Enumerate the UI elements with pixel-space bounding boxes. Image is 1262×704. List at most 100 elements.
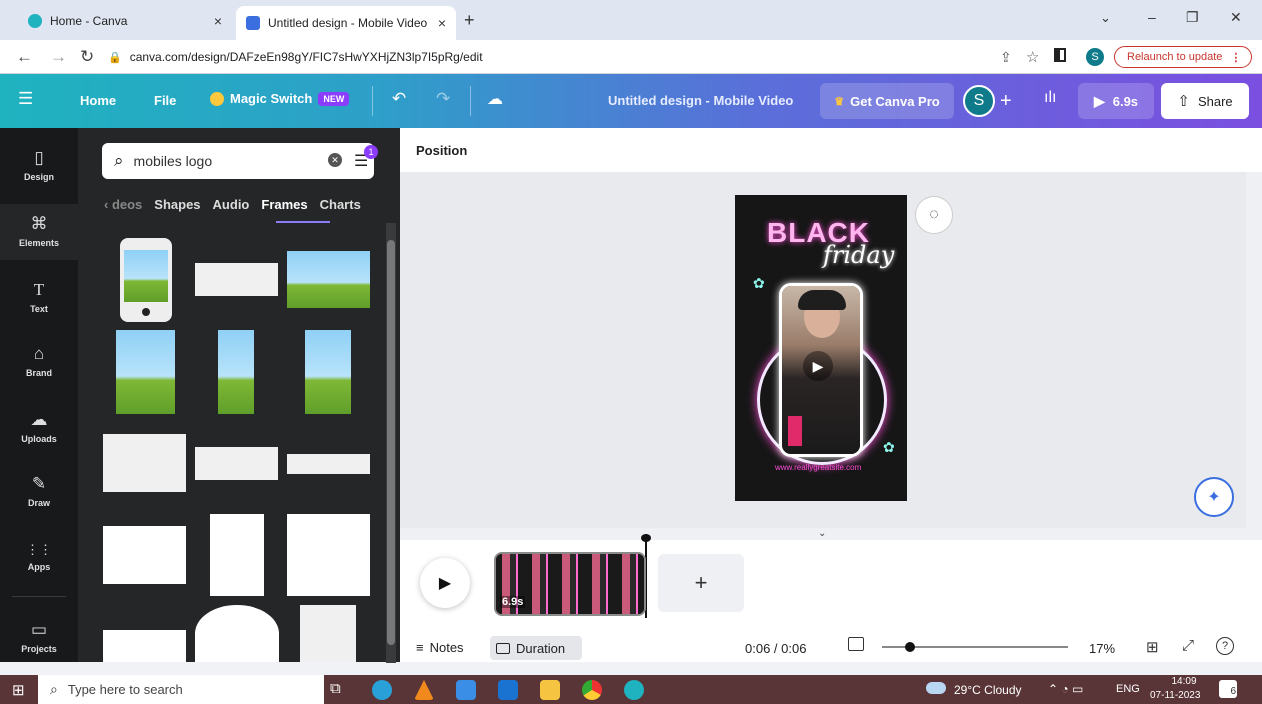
invite-plus-icon[interactable]: + <box>1000 90 1012 113</box>
clear-search-icon[interactable]: ✕ <box>328 153 342 167</box>
frame-thumbnail[interactable] <box>305 330 351 414</box>
elements-search-input[interactable]: ⌕ mobiles logo ✕ ☰ 1 <box>102 143 378 179</box>
tab-videos[interactable]: ‹ deos <box>104 197 142 212</box>
tab-charts[interactable]: Charts <box>320 197 361 212</box>
share-button[interactable]: ⇧ Share <box>1161 83 1249 119</box>
tab-close-icon[interactable]: × <box>438 15 446 31</box>
sidebar-item-text[interactable]: T Text <box>0 274 78 326</box>
hamburger-menu-icon[interactable]: ☰ <box>18 89 33 109</box>
home-button[interactable]: Home <box>80 93 116 108</box>
get-canva-pro-button[interactable]: ♛ Get Canva Pro <box>820 83 954 119</box>
magic-assistant-icon[interactable]: ✦ <box>1194 477 1234 517</box>
windows-start-icon[interactable]: ⊞ <box>12 681 25 699</box>
frame-thumbnail[interactable] <box>287 514 370 596</box>
sparkle-icon: ✿ <box>753 275 765 291</box>
playhead-handle[interactable] <box>641 534 651 542</box>
language-indicator[interactable]: ENG <box>1116 683 1140 695</box>
frame-thumbnail[interactable] <box>287 251 370 308</box>
sidebar-item-projects[interactable]: ▭ Projects <box>0 616 78 660</box>
vlc-icon[interactable] <box>414 680 434 700</box>
taskbar-search-input[interactable]: ⌕ Type here to search <box>38 675 324 704</box>
video-play-icon[interactable]: ▶ <box>803 351 833 381</box>
forward-arrow-icon[interactable]: → <box>50 47 67 67</box>
grid-view-icon[interactable] <box>848 637 864 651</box>
sidebar-toggle-icon[interactable] <box>1054 48 1066 62</box>
system-tray-icons[interactable]: ⌃ ◔ ▭ <box>1048 682 1083 696</box>
frame-thumbnail[interactable] <box>103 526 186 584</box>
collapse-timeline-icon[interactable]: ⌄ <box>818 528 826 539</box>
task-view-icon[interactable]: ⧉ <box>330 680 341 697</box>
timeline-play-button[interactable]: ▶ <box>420 558 470 608</box>
mail-icon[interactable] <box>498 680 518 700</box>
profile-avatar[interactable]: S <box>1086 48 1104 66</box>
chrome-profile-icon[interactable] <box>624 680 644 700</box>
tab-home-canva[interactable]: Home - Canva × <box>18 6 232 36</box>
video-clip-track[interactable]: 6.9s <box>494 552 646 616</box>
chrome-icon[interactable] <box>582 680 602 700</box>
frame-thumbnail[interactable] <box>103 630 186 662</box>
frame-thumbnail[interactable] <box>287 454 370 474</box>
fullscreen-icon[interactable]: ⤢ <box>1182 637 1194 654</box>
notes-button[interactable]: ≡ Notes <box>416 640 464 655</box>
insights-chart-icon[interactable]: ılı <box>1044 89 1056 107</box>
frame-thumbnail[interactable] <box>218 330 254 414</box>
reload-icon[interactable]: ↻ <box>80 47 94 67</box>
pages-grid-icon[interactable]: ⊞ <box>1146 638 1159 656</box>
edge-icon[interactable] <box>372 680 392 700</box>
document-title[interactable]: Untitled design - Mobile Video <box>608 93 793 108</box>
sidebar-item-uploads[interactable]: ☁ Uploads <box>0 404 78 456</box>
notifications-icon[interactable]: 6 <box>1219 680 1237 698</box>
tab-shapes[interactable]: Shapes <box>154 197 200 212</box>
video-design-artboard[interactable]: BLACK friday ▶ ✿ ✿ www.reallygreatsite.c… <box>735 195 907 501</box>
frame-thumbnail[interactable] <box>210 514 264 596</box>
sidebar-item-elements[interactable]: ⌘ Elements <box>0 204 78 260</box>
play-preview-button[interactable]: ▶ 6.9s <box>1078 83 1154 119</box>
circle-frame[interactable] <box>195 605 279 662</box>
sidebar-item-draw[interactable]: ✎ Draw <box>0 468 78 520</box>
tab-frames[interactable]: Frames <box>261 197 307 212</box>
panel-scrollbar-thumb[interactable] <box>387 240 395 645</box>
undo-icon[interactable]: ↶ <box>392 89 406 109</box>
relaunch-to-update-button[interactable]: Relaunch to update ⋮ <box>1114 46 1252 68</box>
zoom-slider-thumb[interactable] <box>904 642 915 652</box>
add-page-button[interactable]: + <box>658 554 744 612</box>
clock-time[interactable]: 14:09 <box>1164 676 1204 687</box>
tab-audio[interactable]: Audio <box>213 197 250 212</box>
cloud-saved-icon[interactable]: ☁ <box>487 89 503 109</box>
notes-label: Notes <box>429 640 464 655</box>
tab-search-icon[interactable]: ⌄ <box>1100 10 1111 26</box>
canvas-vertical-scrollbar[interactable] <box>1246 172 1262 540</box>
user-avatar[interactable]: S <box>963 85 995 117</box>
url-field[interactable]: 🔒 canva.com/design/DAFzeEn98gY/FIC7sHwYX… <box>108 45 1008 69</box>
frame-thumbnail[interactable] <box>103 434 186 492</box>
tab-untitled-design[interactable]: Untitled design - Mobile Video × <box>236 6 456 40</box>
file-explorer-icon[interactable] <box>540 680 560 700</box>
position-button[interactable]: Position <box>416 143 467 158</box>
clock-date[interactable]: 07-11-2023 <box>1150 690 1200 701</box>
sidebar-item-brand[interactable]: ⌂ Brand <box>0 338 78 390</box>
tab-close-icon[interactable]: × <box>214 13 222 29</box>
help-icon[interactable]: ? <box>1216 637 1234 655</box>
frame-thumbnail[interactable] <box>195 263 278 296</box>
frame-thumbnail[interactable] <box>116 330 175 414</box>
add-comment-icon[interactable]: ◌ <box>915 196 953 234</box>
weather-text[interactable]: 29°C Cloudy <box>954 683 1022 697</box>
zoom-level[interactable]: 17% <box>1089 641 1115 656</box>
sidebar-item-apps[interactable]: ⋮⋮ Apps <box>0 536 78 588</box>
frame-thumbnail[interactable] <box>195 447 278 480</box>
restore-button[interactable]: ❐ <box>1186 9 1199 26</box>
close-window-button[interactable]: ✕ <box>1230 9 1242 26</box>
store-icon[interactable] <box>456 680 476 700</box>
bookmark-star-icon[interactable]: ☆ <box>1026 48 1039 66</box>
frame-thumbnail[interactable] <box>300 605 356 662</box>
minimize-button[interactable]: – <box>1148 9 1156 25</box>
share-page-icon[interactable]: ⇪ <box>1000 49 1012 66</box>
phone-frame[interactable] <box>120 238 172 322</box>
new-tab-button[interactable]: + <box>464 10 475 31</box>
duration-button[interactable]: Duration <box>490 636 582 660</box>
magic-switch-button[interactable]: Magic Switch NEW <box>210 91 350 106</box>
back-arrow-icon[interactable]: ← <box>16 47 33 67</box>
file-menu-button[interactable]: File <box>154 93 176 108</box>
redo-icon[interactable]: ↷ <box>436 89 450 109</box>
sidebar-item-design[interactable]: ▯ Design <box>0 140 78 192</box>
